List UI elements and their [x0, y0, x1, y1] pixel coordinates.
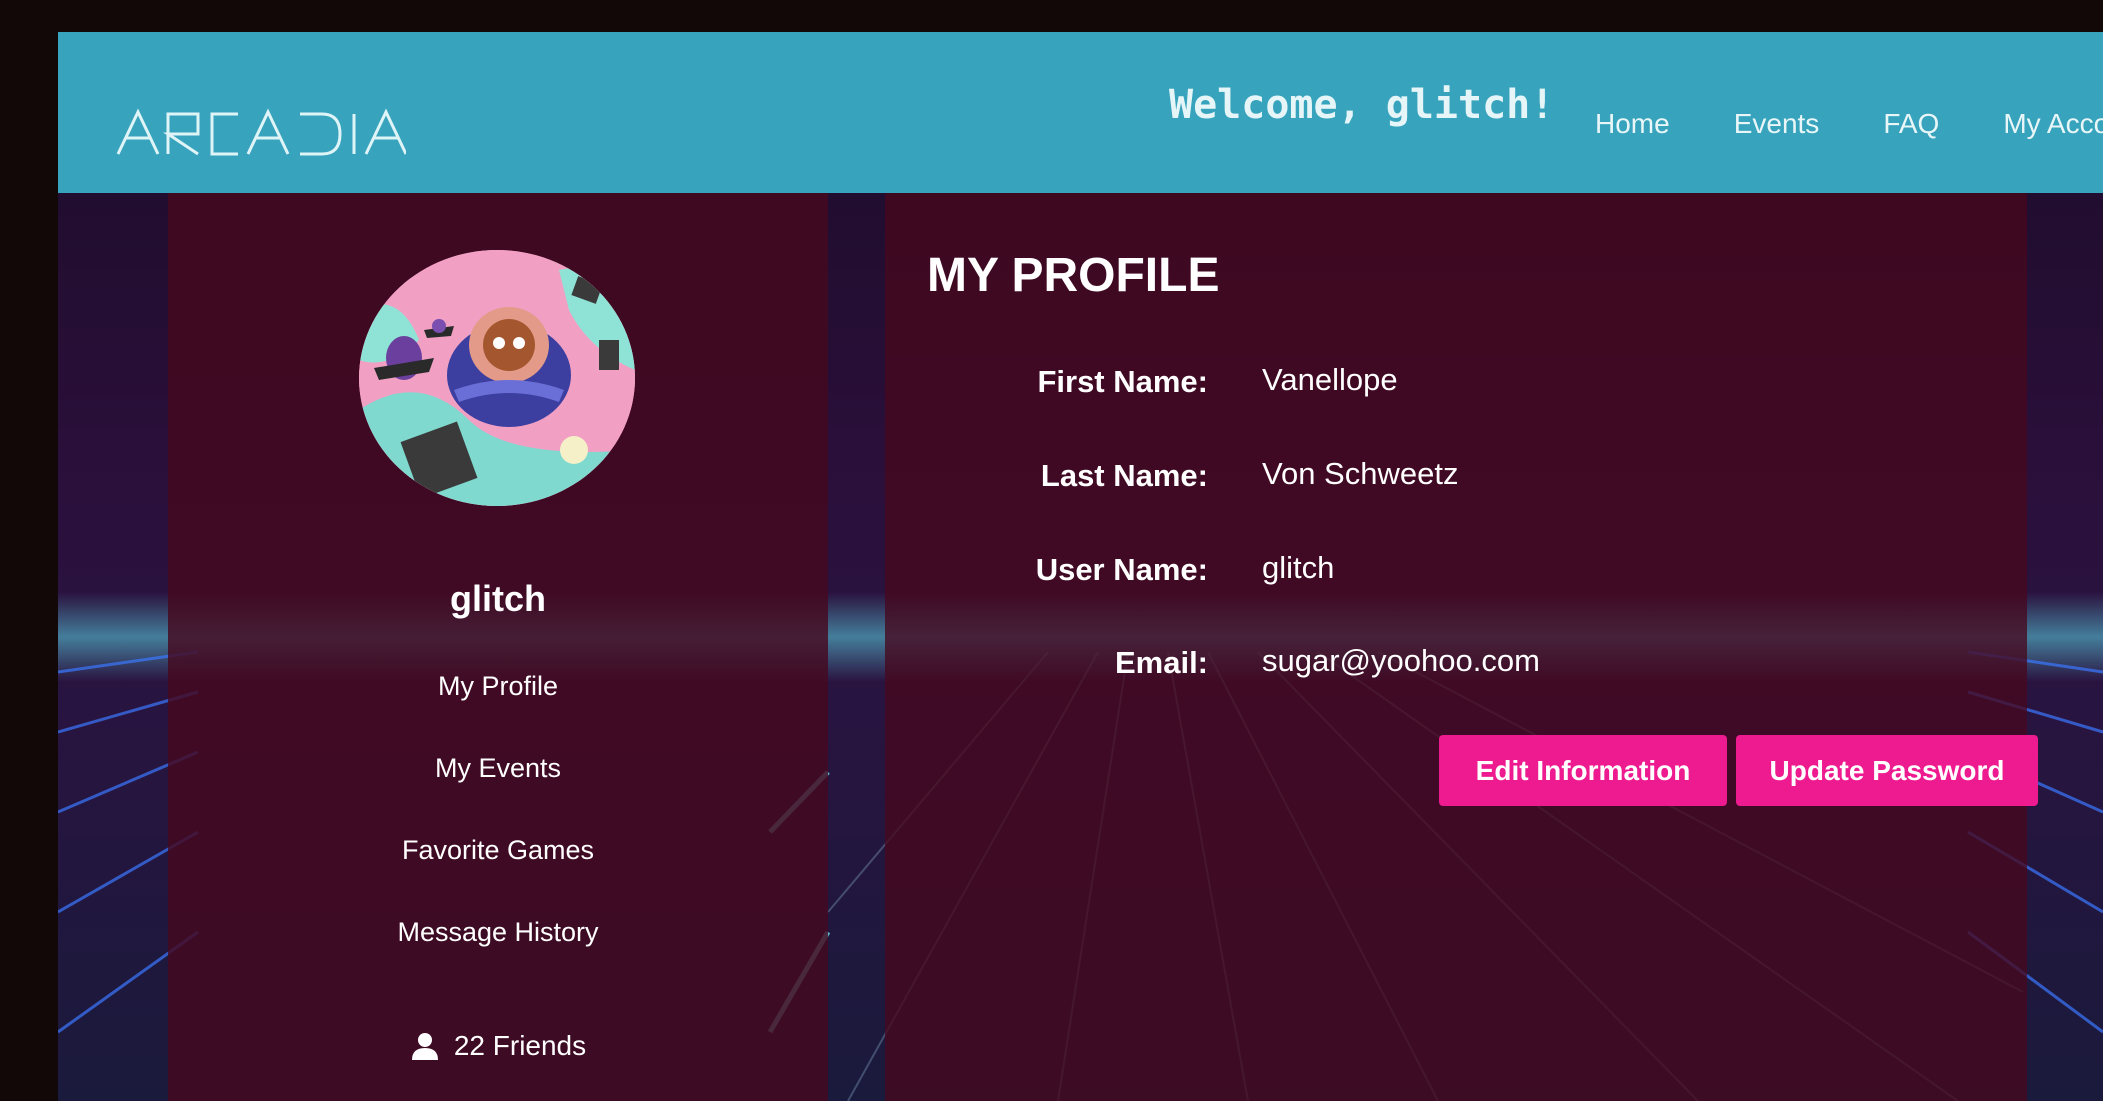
field-last-name: Last Name: Von Schweetz — [927, 456, 1927, 498]
sidebar-item-my-profile[interactable]: My Profile — [168, 668, 828, 750]
edit-information-button[interactable]: Edit Information — [1439, 735, 1727, 806]
nav-events[interactable]: Events — [1734, 108, 1820, 140]
sidebar-item-favorite-games[interactable]: Favorite Games — [168, 832, 828, 914]
user-icon — [411, 1033, 438, 1060]
field-value: glitch — [1262, 550, 1335, 585]
field-email: Email: sugar@yoohoo.com — [927, 643, 1927, 685]
main-nav: Home Events FAQ My Acco — [1595, 108, 2103, 140]
field-label: Last Name: — [1040, 458, 1208, 493]
field-label: First Name: — [1037, 364, 1208, 399]
page-title: MY PROFILE — [927, 249, 1220, 302]
nav-my-account[interactable]: My Acco — [2003, 108, 2103, 140]
friends-count[interactable]: 22 Friends — [168, 1030, 828, 1062]
sidebar-username: glitch — [450, 578, 546, 619]
update-password-button[interactable]: Update Password — [1736, 735, 2038, 806]
friends-label: 22 Friends — [453, 1030, 587, 1061]
nav-faq[interactable]: FAQ — [1883, 108, 1939, 140]
field-label: User Name: — [1035, 552, 1208, 587]
arcadia-logo[interactable] — [116, 108, 406, 158]
avatar — [359, 250, 635, 506]
field-first-name: First Name: Vanellope — [927, 362, 1927, 404]
avatar-image — [359, 250, 635, 506]
nav-home[interactable]: Home — [1595, 108, 1670, 140]
sidebar-item-my-events[interactable]: My Events — [168, 750, 828, 832]
sidebar-menu: My Profile My Events Favorite Games Mess… — [168, 668, 828, 996]
field-value: sugar@yoohoo.com — [1262, 643, 1540, 678]
sidebar-item-message-history[interactable]: Message History — [168, 914, 828, 996]
welcome-message: Welcome, glitch! — [1169, 82, 1555, 128]
field-value: Vanellope — [1262, 362, 1398, 397]
field-user-name: User Name: glitch — [927, 550, 1927, 592]
page-stage: Welcome, glitch! Home Events FAQ My Acco — [58, 0, 2103, 1101]
field-label: Email: — [1114, 645, 1208, 680]
field-value: Von Schweetz — [1262, 456, 1459, 491]
